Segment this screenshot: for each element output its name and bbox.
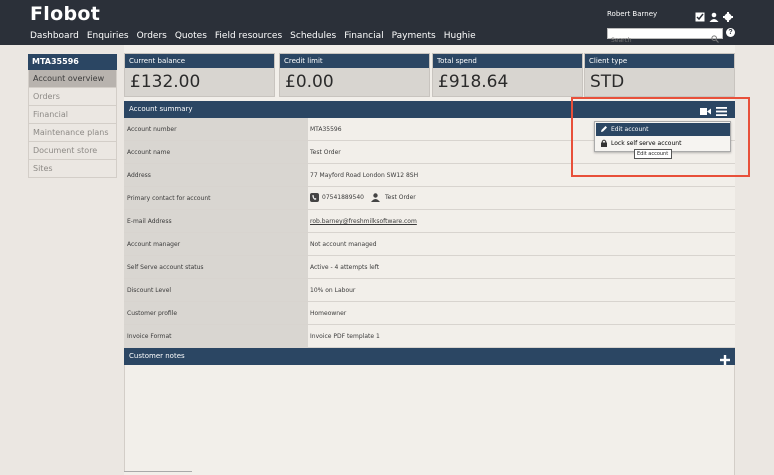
row-value: Active - 4 attempts left	[308, 256, 735, 278]
stat-current-balance: Current balance £132.00	[124, 53, 275, 97]
contact-name: Test Order	[385, 194, 416, 201]
phone-icon	[310, 193, 319, 202]
nav-financial[interactable]: Financial	[344, 31, 383, 41]
row-key: Address	[124, 164, 308, 186]
help-icon[interactable]: ?	[726, 28, 735, 37]
account-summary-title: Account summary	[129, 105, 193, 113]
search-box	[607, 28, 723, 45]
row-key: Account manager	[124, 233, 308, 255]
customer-notes-header: Customer notes	[124, 348, 735, 365]
checkbox-icon[interactable]	[695, 9, 705, 22]
row-key: Account number	[124, 118, 308, 140]
stat-label: Credit limit	[280, 54, 429, 68]
row-key: Account name	[124, 141, 308, 163]
app-logo[interactable]: Flobot	[30, 3, 100, 25]
table-row: Primary contact for account 07541889540 …	[124, 187, 735, 210]
sidebar-item-financial[interactable]: Financial	[28, 106, 117, 124]
main-nav: Dashboard Enquiries Orders Quotes Field …	[30, 31, 484, 41]
email-link[interactable]: rob.barney@freshmilksoftware.com	[308, 210, 735, 232]
row-value: 10% on Labour	[308, 279, 735, 301]
nav-quotes[interactable]: Quotes	[175, 31, 207, 41]
nav-field-resources[interactable]: Field resources	[215, 31, 282, 41]
nav-orders[interactable]: Orders	[137, 31, 167, 41]
table-row: E-mail Address rob.barney@freshmilksoftw…	[124, 210, 735, 233]
sidebar-item-orders[interactable]: Orders	[28, 88, 117, 106]
row-key: Self Serve account status	[124, 256, 308, 278]
user-icon[interactable]	[709, 9, 719, 22]
customer-notes-body	[124, 365, 735, 475]
nav-hughie[interactable]: Hughie	[444, 31, 476, 41]
contact-info: 07541889540 Test Order	[310, 193, 416, 202]
sidebar-item-maintenance-plans[interactable]: Maintenance plans	[28, 124, 117, 142]
stat-label: Total spend	[433, 54, 582, 68]
gear-icon[interactable]	[723, 9, 733, 22]
table-row: Invoice Format Invoice PDF template 1	[124, 325, 735, 348]
user-name[interactable]: Robert Barney	[607, 10, 657, 18]
stat-credit-limit: Credit limit £0.00	[279, 53, 430, 97]
annotation-highlight-box	[571, 97, 750, 177]
nav-enquiries[interactable]: Enquiries	[87, 31, 129, 41]
row-key: Primary contact for account	[124, 187, 308, 209]
row-value: Invoice PDF template 1	[308, 325, 735, 347]
row-key: E-mail Address	[124, 210, 308, 232]
stat-label: Current balance	[125, 54, 274, 68]
stat-total-spend: Total spend £918.64	[432, 53, 583, 97]
stat-value: £0.00	[285, 72, 334, 92]
table-row: Discount Level 10% on Labour	[124, 279, 735, 302]
row-value: Not account managed	[308, 233, 735, 255]
sidebar-item-document-store[interactable]: Document store	[28, 142, 117, 160]
row-value: Homeowner	[308, 302, 735, 324]
table-row: Account manager Not account managed	[124, 233, 735, 256]
person-icon	[371, 193, 380, 202]
table-row: Self Serve account status Active - 4 att…	[124, 256, 735, 279]
account-id-heading: MTA35596	[28, 54, 117, 70]
stat-value: STD	[590, 72, 625, 92]
row-value: 07541889540 Test Order	[308, 187, 735, 209]
customer-notes-title: Customer notes	[129, 352, 185, 360]
table-row: Customer profile Homeowner	[124, 302, 735, 325]
sidebar-item-account-overview[interactable]: Account overview	[28, 70, 117, 88]
stat-value: £132.00	[130, 72, 201, 92]
nav-dashboard[interactable]: Dashboard	[30, 31, 79, 41]
nav-schedules[interactable]: Schedules	[290, 31, 336, 41]
row-key: Customer profile	[124, 302, 308, 324]
search-input[interactable]	[608, 36, 708, 45]
sidebar-item-sites[interactable]: Sites	[28, 160, 117, 178]
row-key: Discount Level	[124, 279, 308, 301]
nav-payments[interactable]: Payments	[392, 31, 436, 41]
row-key: Invoice Format	[124, 325, 308, 347]
stat-client-type: Client type STD	[584, 53, 735, 97]
contact-phone: 07541889540	[322, 194, 364, 201]
stat-value: £918.64	[438, 72, 509, 92]
stat-label: Client type	[585, 54, 734, 68]
